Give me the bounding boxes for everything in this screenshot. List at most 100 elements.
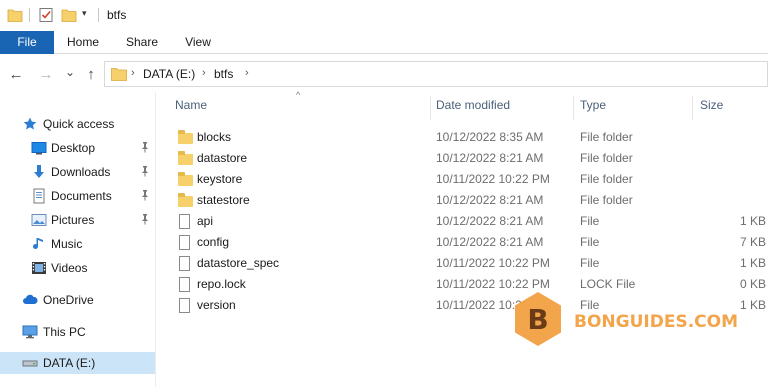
title-bar: ▾ btfs (0, 0, 768, 31)
file-name: version (197, 298, 236, 312)
sidebar-item-label: This PC (43, 325, 86, 339)
title-separator (29, 8, 30, 22)
file-type: File folder (580, 130, 633, 144)
folder-icon[interactable] (7, 7, 23, 23)
sidebar-item-data-drive[interactable]: DATA (E:) (0, 352, 155, 374)
sidebar-item-quick-access[interactable]: Quick access (0, 113, 155, 135)
file-date: 10/12/2022 8:21 AM (436, 151, 544, 165)
file-name: api (197, 214, 214, 228)
videos-icon (31, 260, 47, 276)
download-icon (31, 164, 47, 180)
breadcrumb-item-btfs[interactable]: btfs (214, 67, 233, 81)
logo-letter: B (527, 302, 549, 336)
sidebar-item-downloads[interactable]: Downloads (0, 161, 155, 183)
pin-icon (140, 165, 150, 180)
folder-icon (178, 151, 193, 165)
ribbon-tabs: File Home Share View (0, 31, 768, 54)
breadcrumb-separator: › (245, 67, 249, 79)
file-row[interactable]: keystore 10/11/2022 10:22 PM File folder (156, 169, 768, 190)
properties-icon[interactable] (38, 7, 54, 23)
file-name: config (197, 235, 230, 249)
sidebar-item-label: Pictures (51, 213, 95, 227)
column-divider[interactable] (692, 96, 693, 120)
tab-view[interactable]: View (176, 31, 220, 54)
breadcrumb-separator: › (131, 67, 135, 79)
column-divider[interactable] (430, 96, 431, 120)
sidebar-item-music[interactable]: Music (0, 233, 155, 255)
file-type: File folder (580, 193, 633, 207)
file-icon (179, 235, 190, 250)
file-type: File (580, 256, 600, 270)
forward-arrow-icon[interactable]: → (36, 64, 56, 84)
file-type: File folder (580, 172, 633, 186)
logo-hexagon-icon: B (515, 292, 561, 346)
file-row[interactable]: datastore 10/12/2022 8:21 AM File folder (156, 148, 768, 169)
cloud-icon (22, 292, 38, 308)
tab-file[interactable]: File (0, 31, 54, 54)
file-row[interactable]: statestore 10/12/2022 8:21 AM File folde… (156, 190, 768, 211)
sidebar-item-label: OneDrive (43, 293, 94, 307)
sidebar-item-desktop[interactable]: Desktop (0, 137, 155, 159)
file-icon (179, 256, 190, 271)
sidebar-item-pictures[interactable]: Pictures (0, 209, 155, 231)
recent-locations-icon[interactable]: ⌄ (60, 62, 80, 82)
music-icon (31, 236, 47, 252)
file-date: 10/12/2022 8:35 AM (436, 130, 544, 144)
sidebar-item-documents[interactable]: Documents (0, 185, 155, 207)
documents-icon (31, 188, 47, 204)
column-header-size[interactable]: Size (700, 98, 723, 112)
sidebar-item-label: Documents (51, 189, 112, 203)
sidebar-item-videos[interactable]: Videos (0, 257, 155, 279)
up-arrow-icon[interactable]: ↑ (81, 64, 101, 84)
drive-icon (22, 355, 38, 371)
file-row[interactable]: api 10/12/2022 8:21 AM File 1 KB (156, 211, 768, 232)
column-header-name[interactable]: Name (175, 98, 207, 112)
file-name: datastore_spec (197, 256, 280, 270)
column-header-type[interactable]: Type (580, 98, 606, 112)
file-type: LOCK File (580, 277, 636, 291)
file-name: keystore (197, 172, 243, 186)
new-folder-icon[interactable] (61, 7, 77, 23)
title-separator (98, 8, 99, 22)
breadcrumb-separator: › (202, 67, 206, 79)
file-name: blocks (197, 130, 232, 144)
file-icon (179, 298, 190, 313)
sidebar-item-label: Downloads (51, 165, 111, 179)
file-icon (179, 277, 190, 292)
file-row[interactable]: config 10/12/2022 8:21 AM File 7 KB (156, 232, 768, 253)
file-size: 7 KB (739, 235, 766, 249)
folder-icon (178, 193, 193, 207)
file-icon (179, 214, 190, 229)
star-icon (22, 116, 38, 132)
back-arrow-icon[interactable]: ← (6, 64, 26, 84)
desktop-icon (31, 140, 47, 156)
file-row[interactable]: blocks 10/12/2022 8:35 AM File folder (156, 127, 768, 148)
sidebar-item-onedrive[interactable]: OneDrive (0, 289, 155, 311)
tab-share[interactable]: Share (118, 31, 166, 54)
column-divider[interactable] (573, 96, 574, 120)
file-name: datastore (197, 151, 248, 165)
file-date: 10/11/2022 10:22 PM (436, 256, 550, 270)
tab-home[interactable]: Home (58, 31, 108, 54)
column-header-date[interactable]: Date modified (436, 98, 510, 112)
folder-icon (178, 172, 193, 186)
sort-ascending-icon: ^ (296, 90, 301, 100)
pictures-icon (31, 212, 47, 228)
file-date: 10/12/2022 8:21 AM (436, 214, 544, 228)
sidebar-item-label: Music (51, 237, 83, 251)
file-row[interactable]: datastore_spec 10/11/2022 10:22 PM File … (156, 253, 768, 274)
navigation-pane: Quick access Desktop Downloads Documents (0, 100, 155, 387)
file-type: File (580, 214, 600, 228)
sidebar-item-label: DATA (E:) (43, 356, 96, 370)
file-name: statestore (197, 193, 250, 207)
quick-access-dropdown-icon[interactable]: ▾ (82, 8, 87, 19)
sidebar-item-label: Videos (51, 261, 88, 275)
file-date: 10/12/2022 8:21 AM (436, 235, 544, 249)
file-date: 10/11/2022 10:22 PM (436, 277, 550, 291)
file-name: repo.lock (197, 277, 246, 291)
file-size: 0 KB (739, 277, 766, 291)
address-bar[interactable]: › DATA (E:) › btfs › (104, 61, 768, 87)
sidebar-item-this-pc[interactable]: This PC (0, 321, 155, 343)
breadcrumb-item-drive[interactable]: DATA (E:) (143, 67, 195, 81)
file-size: 1 KB (739, 256, 766, 270)
